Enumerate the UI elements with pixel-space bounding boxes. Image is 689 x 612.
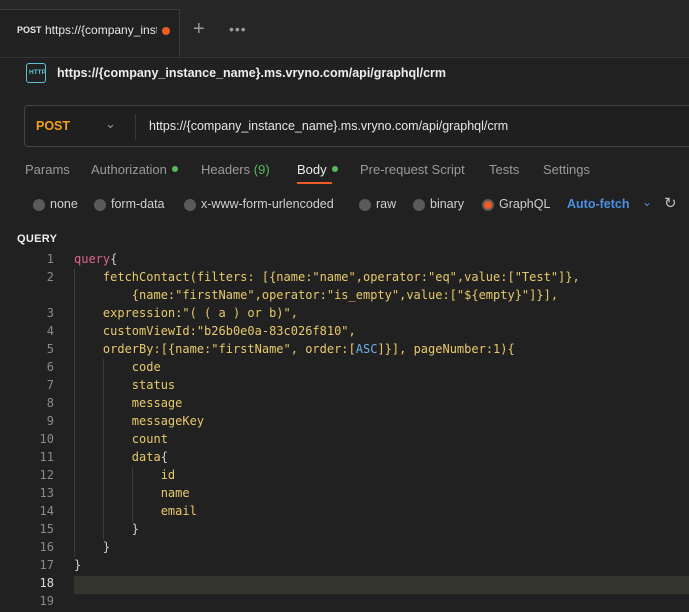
refresh-icon[interactable]: ↻: [664, 194, 677, 212]
graphql-query-editor[interactable]: 1 2 3 4 5 6 7 8 9 10 11 12 13 14 15 16 17 18 19 query{ fetc…: [0, 251, 689, 612]
request-subtabs: Params Authorization Headers (9) Body Pr…: [0, 160, 689, 184]
code-line: messageKey: [74, 414, 205, 428]
tab-params[interactable]: Params: [25, 162, 70, 177]
code-line: }: [74, 558, 82, 572]
active-line-highlight: [74, 576, 689, 594]
line-number: 2: [46, 270, 54, 284]
line-number: 10: [39, 432, 54, 446]
line-number: 16: [39, 540, 54, 554]
tab-body[interactable]: Body: [297, 162, 338, 177]
tab-method: POST: [17, 25, 42, 35]
tab-bar-divider: [0, 57, 689, 58]
tab-authorization[interactable]: Authorization: [91, 162, 178, 177]
line-number: 7: [46, 378, 54, 392]
code-line: name: [74, 486, 190, 500]
code-line: }: [131, 522, 140, 536]
line-number: 8: [46, 396, 54, 410]
url-input[interactable]: https://{company_instance_name}.ms.vryno…: [149, 119, 508, 133]
code-line: email: [74, 504, 197, 518]
new-tab-icon[interactable]: +: [193, 19, 205, 39]
line-number: 3: [46, 306, 54, 320]
auto-fetch-button[interactable]: Auto-fetch: [567, 197, 630, 211]
line-number: 6: [46, 360, 54, 374]
code-line: query{: [74, 252, 118, 266]
code-line: data{: [74, 450, 168, 464]
active-tab-underline: [297, 182, 332, 184]
authorization-indicator-dot: [171, 166, 178, 172]
line-number: 19: [39, 594, 54, 608]
query-section-label: QUERY: [17, 233, 58, 245]
code-line: code: [74, 360, 161, 374]
headers-count: (9): [253, 162, 270, 177]
code-line: }: [102, 540, 111, 554]
line-number: 17: [39, 558, 54, 572]
request-title[interactable]: https://{company_instance_name}.ms.vryno…: [57, 66, 446, 80]
tab-label: https://{company_inst: [45, 23, 157, 37]
radio-urlencoded[interactable]: [184, 199, 196, 211]
radio-graphql-label[interactable]: GraphQL: [499, 197, 550, 211]
line-number: 18: [39, 576, 54, 590]
code-line: id: [74, 468, 176, 482]
tab-headers[interactable]: Headers (9): [201, 162, 270, 177]
chevron-down-icon[interactable]: ⌄: [105, 116, 116, 132]
line-number: 9: [46, 414, 54, 428]
url-bar: POST ⌄ https://{company_instance_name}.m…: [24, 105, 689, 147]
radio-raw-label[interactable]: raw: [376, 197, 396, 211]
code-line: status: [74, 378, 176, 392]
line-number: 1: [46, 252, 54, 266]
line-number: 13: [39, 486, 54, 500]
line-number: 12: [39, 468, 54, 482]
radio-form-data[interactable]: [94, 199, 106, 211]
request-tab[interactable]: POST https://{company_inst: [0, 9, 180, 58]
radio-none-label[interactable]: none: [50, 197, 78, 211]
line-number: 15: [39, 522, 54, 536]
code-line: orderBy:[{name:"firstName", order:[ASC]}…: [74, 342, 515, 356]
line-number: 14: [39, 504, 54, 518]
code-line: expression:"( ( a ) or b)",: [74, 306, 298, 320]
http-request-icon: HTTP: [26, 63, 46, 83]
chevron-down-icon[interactable]: ⌄: [642, 195, 652, 209]
tab-tests[interactable]: Tests: [489, 162, 519, 177]
line-number: 11: [39, 450, 54, 464]
code-line: {name:"firstName",operator:"is_empty",va…: [74, 288, 559, 302]
method-select[interactable]: POST: [36, 119, 70, 133]
radio-binary-label[interactable]: binary: [430, 197, 464, 211]
radio-urlencoded-label[interactable]: x-www-form-urlencoded: [201, 197, 334, 211]
line-number: 4: [46, 324, 54, 338]
radio-raw[interactable]: [359, 199, 371, 211]
more-tabs-icon[interactable]: •••: [229, 19, 247, 39]
code-line: message: [74, 396, 183, 410]
line-number: 5: [46, 342, 54, 356]
tab-bar: POST https://{company_inst + •••: [0, 0, 689, 58]
tab-settings[interactable]: Settings: [543, 162, 590, 177]
url-bar-divider: [135, 114, 136, 140]
code-line: fetchContact(filters: [{name:"name",oper…: [74, 270, 580, 284]
unsaved-dot-icon: [162, 27, 170, 35]
body-type-selector: none form-data x-www-form-urlencoded raw…: [0, 195, 689, 215]
code-line: count: [74, 432, 168, 446]
body-indicator-dot: [331, 166, 338, 172]
tab-pre-request-script[interactable]: Pre-request Script: [360, 162, 465, 177]
radio-graphql[interactable]: [482, 199, 494, 211]
radio-binary[interactable]: [413, 199, 425, 211]
code-line: customViewId:"b26b0e0a-83c026f810",: [74, 324, 356, 338]
radio-form-data-label[interactable]: form-data: [111, 197, 165, 211]
radio-none[interactable]: [33, 199, 45, 211]
